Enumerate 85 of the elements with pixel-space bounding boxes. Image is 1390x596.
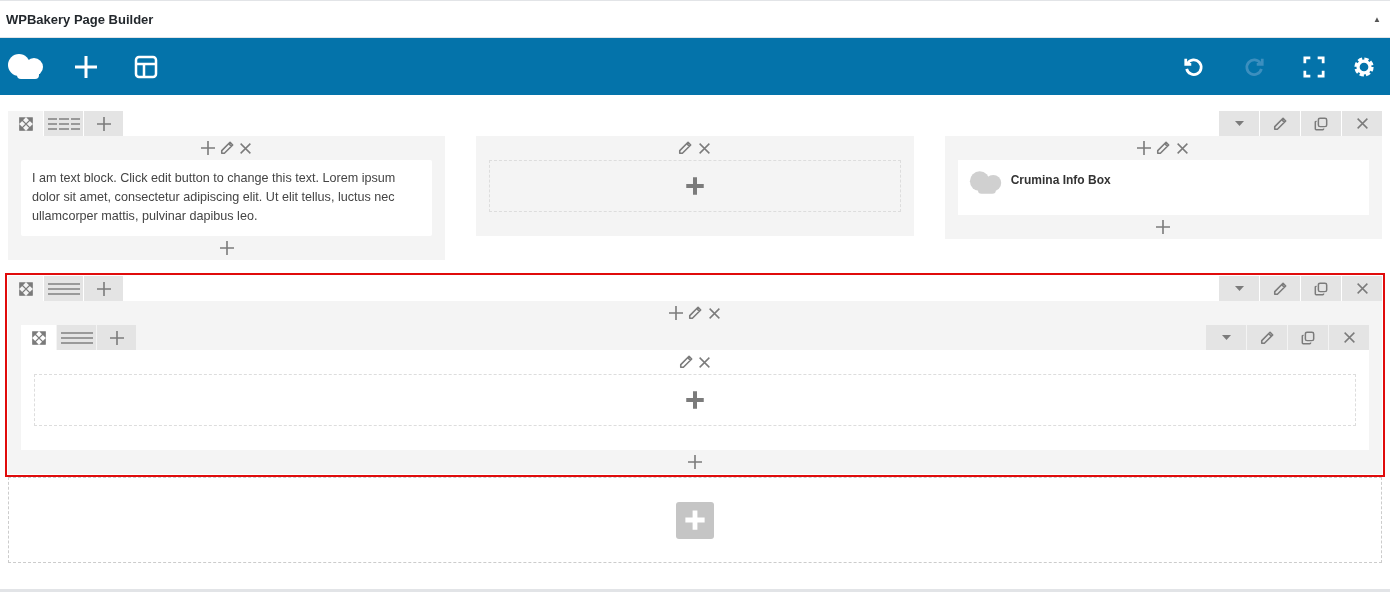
pencil-icon bbox=[1260, 330, 1274, 345]
plus-icon bbox=[218, 240, 235, 256]
edit-button[interactable] bbox=[687, 304, 703, 322]
edit-button[interactable] bbox=[1247, 325, 1287, 350]
lines-icon bbox=[47, 282, 80, 295]
arrows-icon bbox=[31, 330, 46, 345]
plus-icon bbox=[684, 509, 706, 531]
pencil-icon bbox=[678, 141, 693, 155]
plus-icon bbox=[685, 390, 705, 410]
plus-icon bbox=[1155, 219, 1172, 235]
toggle-button[interactable] bbox=[1219, 111, 1259, 136]
add-column-button[interactable] bbox=[97, 325, 136, 350]
cloud-logo-icon bbox=[7, 52, 45, 81]
arrows-icon bbox=[18, 116, 33, 131]
plus-icon bbox=[95, 115, 112, 132]
collapse-toggle[interactable]: ▲ bbox=[1370, 12, 1384, 26]
delete-button[interactable] bbox=[1342, 111, 1382, 136]
layout-button[interactable] bbox=[44, 111, 83, 136]
pencil-icon bbox=[678, 355, 693, 369]
close-icon bbox=[239, 141, 253, 155]
clone-button[interactable] bbox=[1288, 325, 1328, 350]
pencil-icon bbox=[688, 306, 702, 320]
copy-icon bbox=[1314, 281, 1328, 296]
add-column-button[interactable] bbox=[84, 276, 123, 301]
fullscreen-icon bbox=[1303, 55, 1325, 78]
add-button[interactable] bbox=[668, 304, 684, 322]
close-icon bbox=[1175, 141, 1189, 155]
plus-icon bbox=[108, 329, 125, 346]
move-handle[interactable] bbox=[21, 325, 56, 350]
cloud-icon bbox=[968, 170, 1003, 196]
lines-icon bbox=[60, 331, 93, 344]
delete-button[interactable] bbox=[1329, 325, 1369, 350]
edit-button[interactable] bbox=[1155, 139, 1172, 157]
clone-button[interactable] bbox=[1301, 276, 1341, 301]
close-icon bbox=[1342, 331, 1356, 344]
plus-icon bbox=[687, 454, 703, 470]
move-handle[interactable] bbox=[8, 111, 43, 136]
columns-icon bbox=[47, 117, 80, 130]
close-icon bbox=[698, 141, 711, 155]
caret-icon bbox=[1234, 286, 1244, 291]
add-element-button[interactable] bbox=[1155, 218, 1172, 236]
panel-title: WPBakery Page Builder bbox=[6, 11, 154, 27]
plus-icon bbox=[668, 305, 684, 321]
move-handle[interactable] bbox=[8, 276, 43, 301]
pencil-icon bbox=[1273, 116, 1287, 131]
close-icon bbox=[1355, 282, 1369, 295]
layout-button[interactable] bbox=[44, 276, 83, 301]
plus-icon bbox=[74, 54, 98, 79]
add-column-button[interactable] bbox=[84, 111, 123, 136]
add-element-button[interactable] bbox=[687, 453, 703, 471]
text-paragraph: I am text block. Click edit button to change this text. Lorem ipsum dolor sit amet, consectetur adipiscing elit. Ut elit tellus, luctus nec ullamcorper mattis, pulvinar dapibus leo. bbox=[32, 170, 397, 225]
pencil-icon bbox=[1273, 281, 1287, 296]
layout-icon bbox=[134, 54, 158, 79]
caret-icon bbox=[1221, 335, 1231, 340]
plus-icon bbox=[685, 176, 705, 196]
info-box-title: Crumina Info Box bbox=[1010, 173, 1111, 187]
redo-icon bbox=[1243, 55, 1265, 78]
edit-button[interactable] bbox=[677, 139, 694, 157]
plus-icon bbox=[95, 280, 112, 297]
close-icon bbox=[698, 355, 711, 369]
copy-icon bbox=[1301, 330, 1315, 345]
edit-button[interactable] bbox=[1260, 276, 1300, 301]
add-element-button[interactable] bbox=[218, 239, 235, 257]
plus-icon bbox=[199, 140, 216, 156]
pencil-icon bbox=[1156, 141, 1171, 155]
undo-icon bbox=[1183, 55, 1205, 78]
add-button[interactable] bbox=[1136, 139, 1153, 157]
add-button[interactable] bbox=[199, 139, 216, 157]
edit-button[interactable] bbox=[677, 353, 694, 371]
layout-button[interactable] bbox=[57, 325, 96, 350]
arrows-icon bbox=[18, 281, 33, 296]
caret-icon bbox=[1234, 121, 1244, 126]
delete-button[interactable] bbox=[1342, 276, 1382, 301]
plus-icon bbox=[1136, 140, 1153, 156]
copy-icon bbox=[1314, 116, 1328, 131]
edit-button[interactable] bbox=[1260, 111, 1300, 136]
add-row-button[interactable] bbox=[676, 501, 714, 539]
toggle-button[interactable] bbox=[1219, 276, 1259, 301]
toggle-button[interactable] bbox=[1206, 325, 1246, 350]
clone-button[interactable] bbox=[1301, 111, 1341, 136]
close-icon bbox=[707, 306, 721, 320]
close-icon bbox=[1355, 117, 1369, 130]
pencil-icon bbox=[219, 141, 234, 155]
edit-button[interactable] bbox=[218, 139, 235, 157]
settings-icon bbox=[1353, 55, 1375, 78]
